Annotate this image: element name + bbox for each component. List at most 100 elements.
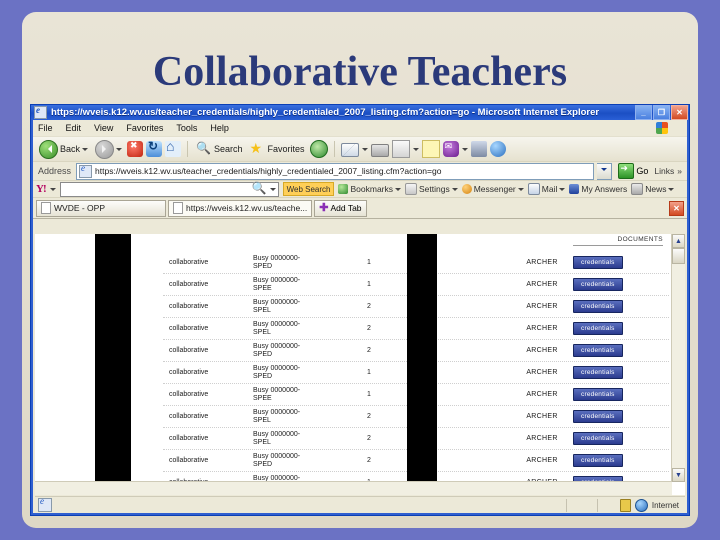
stop-icon[interactable] [127,140,144,157]
credentials-button[interactable]: credentials [573,388,623,401]
my-answers-button[interactable]: My Answers [569,184,627,194]
links-label: Links [654,166,675,176]
tab-page-icon-2 [173,202,183,214]
settings-button[interactable]: Settings [405,183,458,195]
tab-wvde-opp[interactable]: WVDE - OPP [36,199,166,217]
search-icon [196,141,212,157]
cell-program: collaborative [169,347,209,354]
cell-name: ARCHER [526,281,558,288]
back-button[interactable]: Back [37,139,90,160]
credentials-button[interactable]: credentials [573,300,623,313]
yahoo-logo-icon[interactable]: Y! [36,183,47,195]
edit-dropdown-icon[interactable] [412,148,419,154]
horizontal-scrollbar[interactable] [35,481,672,495]
cell-code: Busy 0000000- SPEL [253,430,301,446]
credentials-button[interactable]: credentials [573,454,623,467]
maximize-button[interactable]: ❐ [653,105,670,120]
tab-bar: WVDE - OPP https://wveis.k12.wv.us/teach… [33,198,687,219]
forward-dropdown-icon[interactable] [116,148,123,154]
links-button[interactable]: Links » [654,166,684,176]
credentials-button[interactable]: credentials [573,256,623,269]
yahoo-mail-button[interactable]: Mail [527,183,566,195]
cell-name: ARCHER [526,347,558,354]
messenger-yahoo-button[interactable]: Messenger [461,184,524,194]
menu-item-edit[interactable]: Edit [66,123,82,133]
lock-icon [619,498,631,512]
refresh-icon[interactable] [146,139,163,157]
cell-program: collaborative [169,457,209,464]
bookmarks-label: Bookmarks [350,184,393,194]
cell-code: Busy 0000000- SPEL [253,320,301,336]
search-button[interactable]: Search [194,140,245,158]
menu-item-favorites[interactable]: Favorites [126,123,163,133]
scroll-thumb[interactable] [672,248,685,264]
minimize-button[interactable]: _ [635,105,652,120]
discuss-icon[interactable] [470,141,487,157]
credentials-button[interactable]: credentials [573,432,623,445]
menu-item-tools[interactable]: Tools [176,123,197,133]
bookmarks-button[interactable]: Bookmarks [338,184,401,194]
messenger-dropdown-icon[interactable] [461,148,468,154]
research-icon[interactable] [489,141,506,157]
yahoo-dropdown-icon[interactable] [49,188,56,194]
yahoo-news-button[interactable]: News [631,183,675,195]
cell-count-a: 1 [367,259,371,266]
yahoo-mail-dropdown-icon[interactable] [559,188,566,194]
yahoo-search-dropdown-icon[interactable] [269,188,276,194]
back-dropdown-icon[interactable] [82,148,89,154]
menu-item-view[interactable]: View [94,123,113,133]
browser-window: https://wveis.k12.wv.us/teacher_credenti… [30,104,690,516]
yahoo-messenger-icon [461,184,472,194]
credentials-button[interactable]: credentials [573,366,623,379]
add-tab-label: Add Tab [330,203,362,213]
news-icon [631,183,644,195]
mail-dropdown-icon[interactable] [361,148,368,154]
settings-dropdown-icon[interactable] [451,188,458,194]
cell-count-a: 2 [367,347,371,354]
cell-code: Busy 0000000-SPED [253,254,301,270]
credentials-button[interactable]: credentials [573,278,623,291]
close-button[interactable]: ✕ [671,105,688,120]
edit-icon[interactable] [391,140,410,158]
favorites-button[interactable]: ★ Favorites [248,140,307,158]
messenger-yahoo-dropdown-icon[interactable] [517,188,524,194]
notes-icon[interactable] [421,140,440,158]
page-icon [79,164,93,178]
messenger-icon[interactable] [442,141,459,157]
address-dropdown-button[interactable] [597,162,613,180]
messenger-label: Messenger [473,184,516,194]
vertical-scrollbar[interactable]: ▲ ▼ [671,234,685,482]
scroll-down-button[interactable]: ▼ [672,468,685,482]
mail-icon[interactable] [340,143,359,157]
web-search-button[interactable]: Web Search [282,182,335,196]
tab-close-button[interactable]: ✕ [669,200,684,216]
credentials-button[interactable]: credentials [573,410,623,423]
news-dropdown-icon[interactable] [668,188,675,194]
go-button[interactable]: Go [615,163,651,179]
slide: Collaborative Teachers https://wveis.k12… [0,0,720,540]
browser-title-bar: https://wveis.k12.wv.us/teacher_credenti… [31,105,689,120]
scroll-up-button[interactable]: ▲ [672,234,685,248]
forward-arrow-icon [95,139,115,159]
menu-item-help[interactable]: Help [210,123,229,133]
address-input[interactable]: https://wveis.k12.wv.us/teacher_credenti… [76,162,595,180]
status-pane-2 [596,498,620,512]
print-icon[interactable] [370,144,389,157]
home-icon[interactable] [165,138,182,157]
tab-credentials-listing[interactable]: https://wveis.k12.wv.us/teache... [168,199,313,217]
menu-item-file[interactable]: File [38,123,53,133]
settings-label: Settings [419,184,450,194]
internet-globe-icon [634,498,648,512]
redaction-bar-left [95,234,131,495]
add-tab-button[interactable]: ✚ Add Tab [314,199,367,217]
forward-button[interactable] [93,139,124,160]
my-answers-icon [569,184,580,194]
bookmarks-dropdown-icon[interactable] [395,188,401,194]
address-value: https://wveis.k12.wv.us/teacher_credenti… [95,166,442,176]
cell-name: ARCHER [526,325,558,332]
credentials-button[interactable]: credentials [573,322,623,335]
toolbar-separator [187,141,189,157]
credentials-button[interactable]: credentials [573,344,623,357]
media-icon[interactable] [309,140,328,158]
yahoo-search-input[interactable] [59,181,279,197]
